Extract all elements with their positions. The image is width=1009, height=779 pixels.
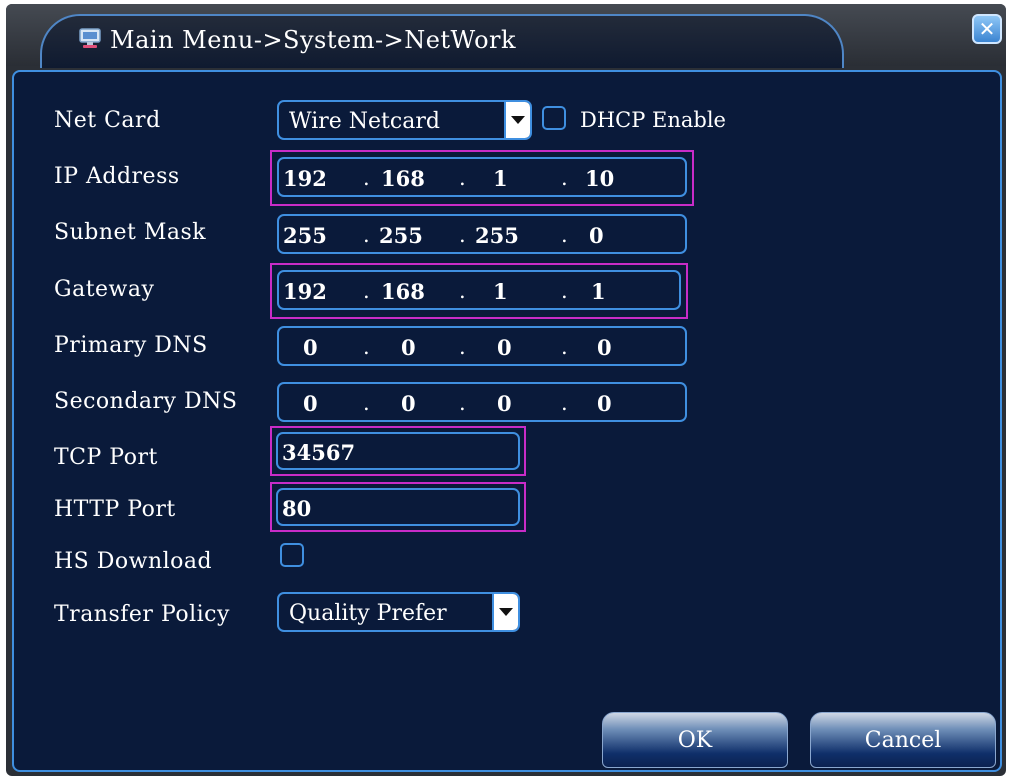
octet-separator: .	[459, 335, 466, 359]
octet-separator: .	[561, 335, 568, 359]
http-port-input[interactable]: 80	[276, 488, 520, 526]
close-icon: ✕	[978, 17, 996, 41]
gateway-octet-4[interactable]: 1	[591, 279, 606, 304]
ip-address-label: IP Address	[54, 164, 180, 189]
octet-separator: .	[561, 391, 568, 415]
octet-separator: .	[459, 166, 466, 190]
primary-dns-label: Primary DNS	[54, 333, 208, 358]
subnet-octet-3[interactable]: 255	[475, 223, 519, 248]
gateway-octet-1[interactable]: 192	[283, 279, 327, 304]
primary-dns-octet-2[interactable]: 0	[401, 335, 416, 360]
tcp-port-value: 34567	[282, 440, 356, 465]
ip-octet-4[interactable]: 10	[585, 166, 614, 191]
subnet-octet-4[interactable]: 0	[589, 223, 604, 248]
hs-download-label: HS Download	[54, 549, 213, 574]
primary-dns-octet-3[interactable]: 0	[497, 335, 512, 360]
subnet-octet-1[interactable]: 255	[283, 223, 327, 248]
settings-panel: Net Card Wire Netcard DHCP Enable IP Add…	[12, 70, 1002, 772]
dhcp-enable-checkbox[interactable]	[542, 106, 566, 130]
gateway-octet-2[interactable]: 168	[381, 279, 425, 304]
network-settings-icon	[79, 28, 101, 48]
octet-separator: .	[363, 335, 370, 359]
tcp-port-label: TCP Port	[54, 445, 158, 470]
network-settings-window: Main Menu->System->NetWork ✕ Net Card Wi…	[6, 4, 1006, 776]
chevron-down-icon[interactable]	[494, 594, 518, 630]
transfer-policy-value: Quality Prefer	[289, 601, 447, 626]
octet-separator: .	[459, 391, 466, 415]
secondary-dns-octet-1[interactable]: 0	[303, 391, 318, 416]
http-port-label: HTTP Port	[54, 497, 176, 522]
gateway-label: Gateway	[54, 277, 155, 302]
octet-separator: .	[363, 391, 370, 415]
octet-separator: .	[459, 279, 466, 303]
secondary-dns-octet-2[interactable]: 0	[401, 391, 416, 416]
subnet-mask-label: Subnet Mask	[54, 220, 207, 245]
secondary-dns-octet-4[interactable]: 0	[597, 391, 612, 416]
cancel-button[interactable]: Cancel	[810, 712, 996, 768]
ip-octet-3[interactable]: 1	[493, 166, 508, 191]
ip-address-field[interactable]: 192 . 168 . 1 . 10	[277, 157, 687, 197]
gateway-field[interactable]: 192 . 168 . 1 . 1	[277, 270, 681, 310]
net-card-label: Net Card	[54, 108, 161, 133]
octet-separator: .	[561, 223, 568, 247]
tcp-port-input[interactable]: 34567	[276, 432, 520, 470]
window-title: Main Menu->System->NetWork	[110, 26, 517, 54]
net-card-value: Wire Netcard	[289, 109, 440, 134]
primary-dns-octet-4[interactable]: 0	[597, 335, 612, 360]
dhcp-enable-label: DHCP Enable	[580, 108, 726, 132]
secondary-dns-field[interactable]: 0 . 0 . 0 . 0	[277, 382, 687, 422]
hs-download-checkbox[interactable]	[280, 543, 304, 567]
transfer-policy-label: Transfer Policy	[54, 602, 230, 627]
primary-dns-field[interactable]: 0 . 0 . 0 . 0	[277, 326, 687, 366]
octet-separator: .	[459, 223, 466, 247]
close-button[interactable]: ✕	[972, 14, 1002, 44]
ip-octet-1[interactable]: 192	[283, 166, 327, 191]
primary-dns-octet-1[interactable]: 0	[303, 335, 318, 360]
chevron-down-icon[interactable]	[506, 102, 530, 138]
octet-separator: .	[363, 279, 370, 303]
octet-separator: .	[363, 166, 370, 190]
secondary-dns-label: Secondary DNS	[54, 389, 238, 414]
ok-button[interactable]: OK	[602, 712, 788, 768]
subnet-octet-2[interactable]: 255	[379, 223, 423, 248]
subnet-mask-field[interactable]: 255 . 255 . 255 . 0	[277, 214, 687, 254]
gateway-octet-3[interactable]: 1	[493, 279, 508, 304]
octet-separator: .	[561, 279, 568, 303]
ip-octet-2[interactable]: 168	[381, 166, 425, 191]
transfer-policy-select[interactable]: Quality Prefer	[277, 592, 520, 632]
net-card-select[interactable]: Wire Netcard	[277, 100, 532, 140]
http-port-value: 80	[282, 496, 312, 521]
octet-separator: .	[363, 223, 370, 247]
secondary-dns-octet-3[interactable]: 0	[497, 391, 512, 416]
octet-separator: .	[561, 166, 568, 190]
